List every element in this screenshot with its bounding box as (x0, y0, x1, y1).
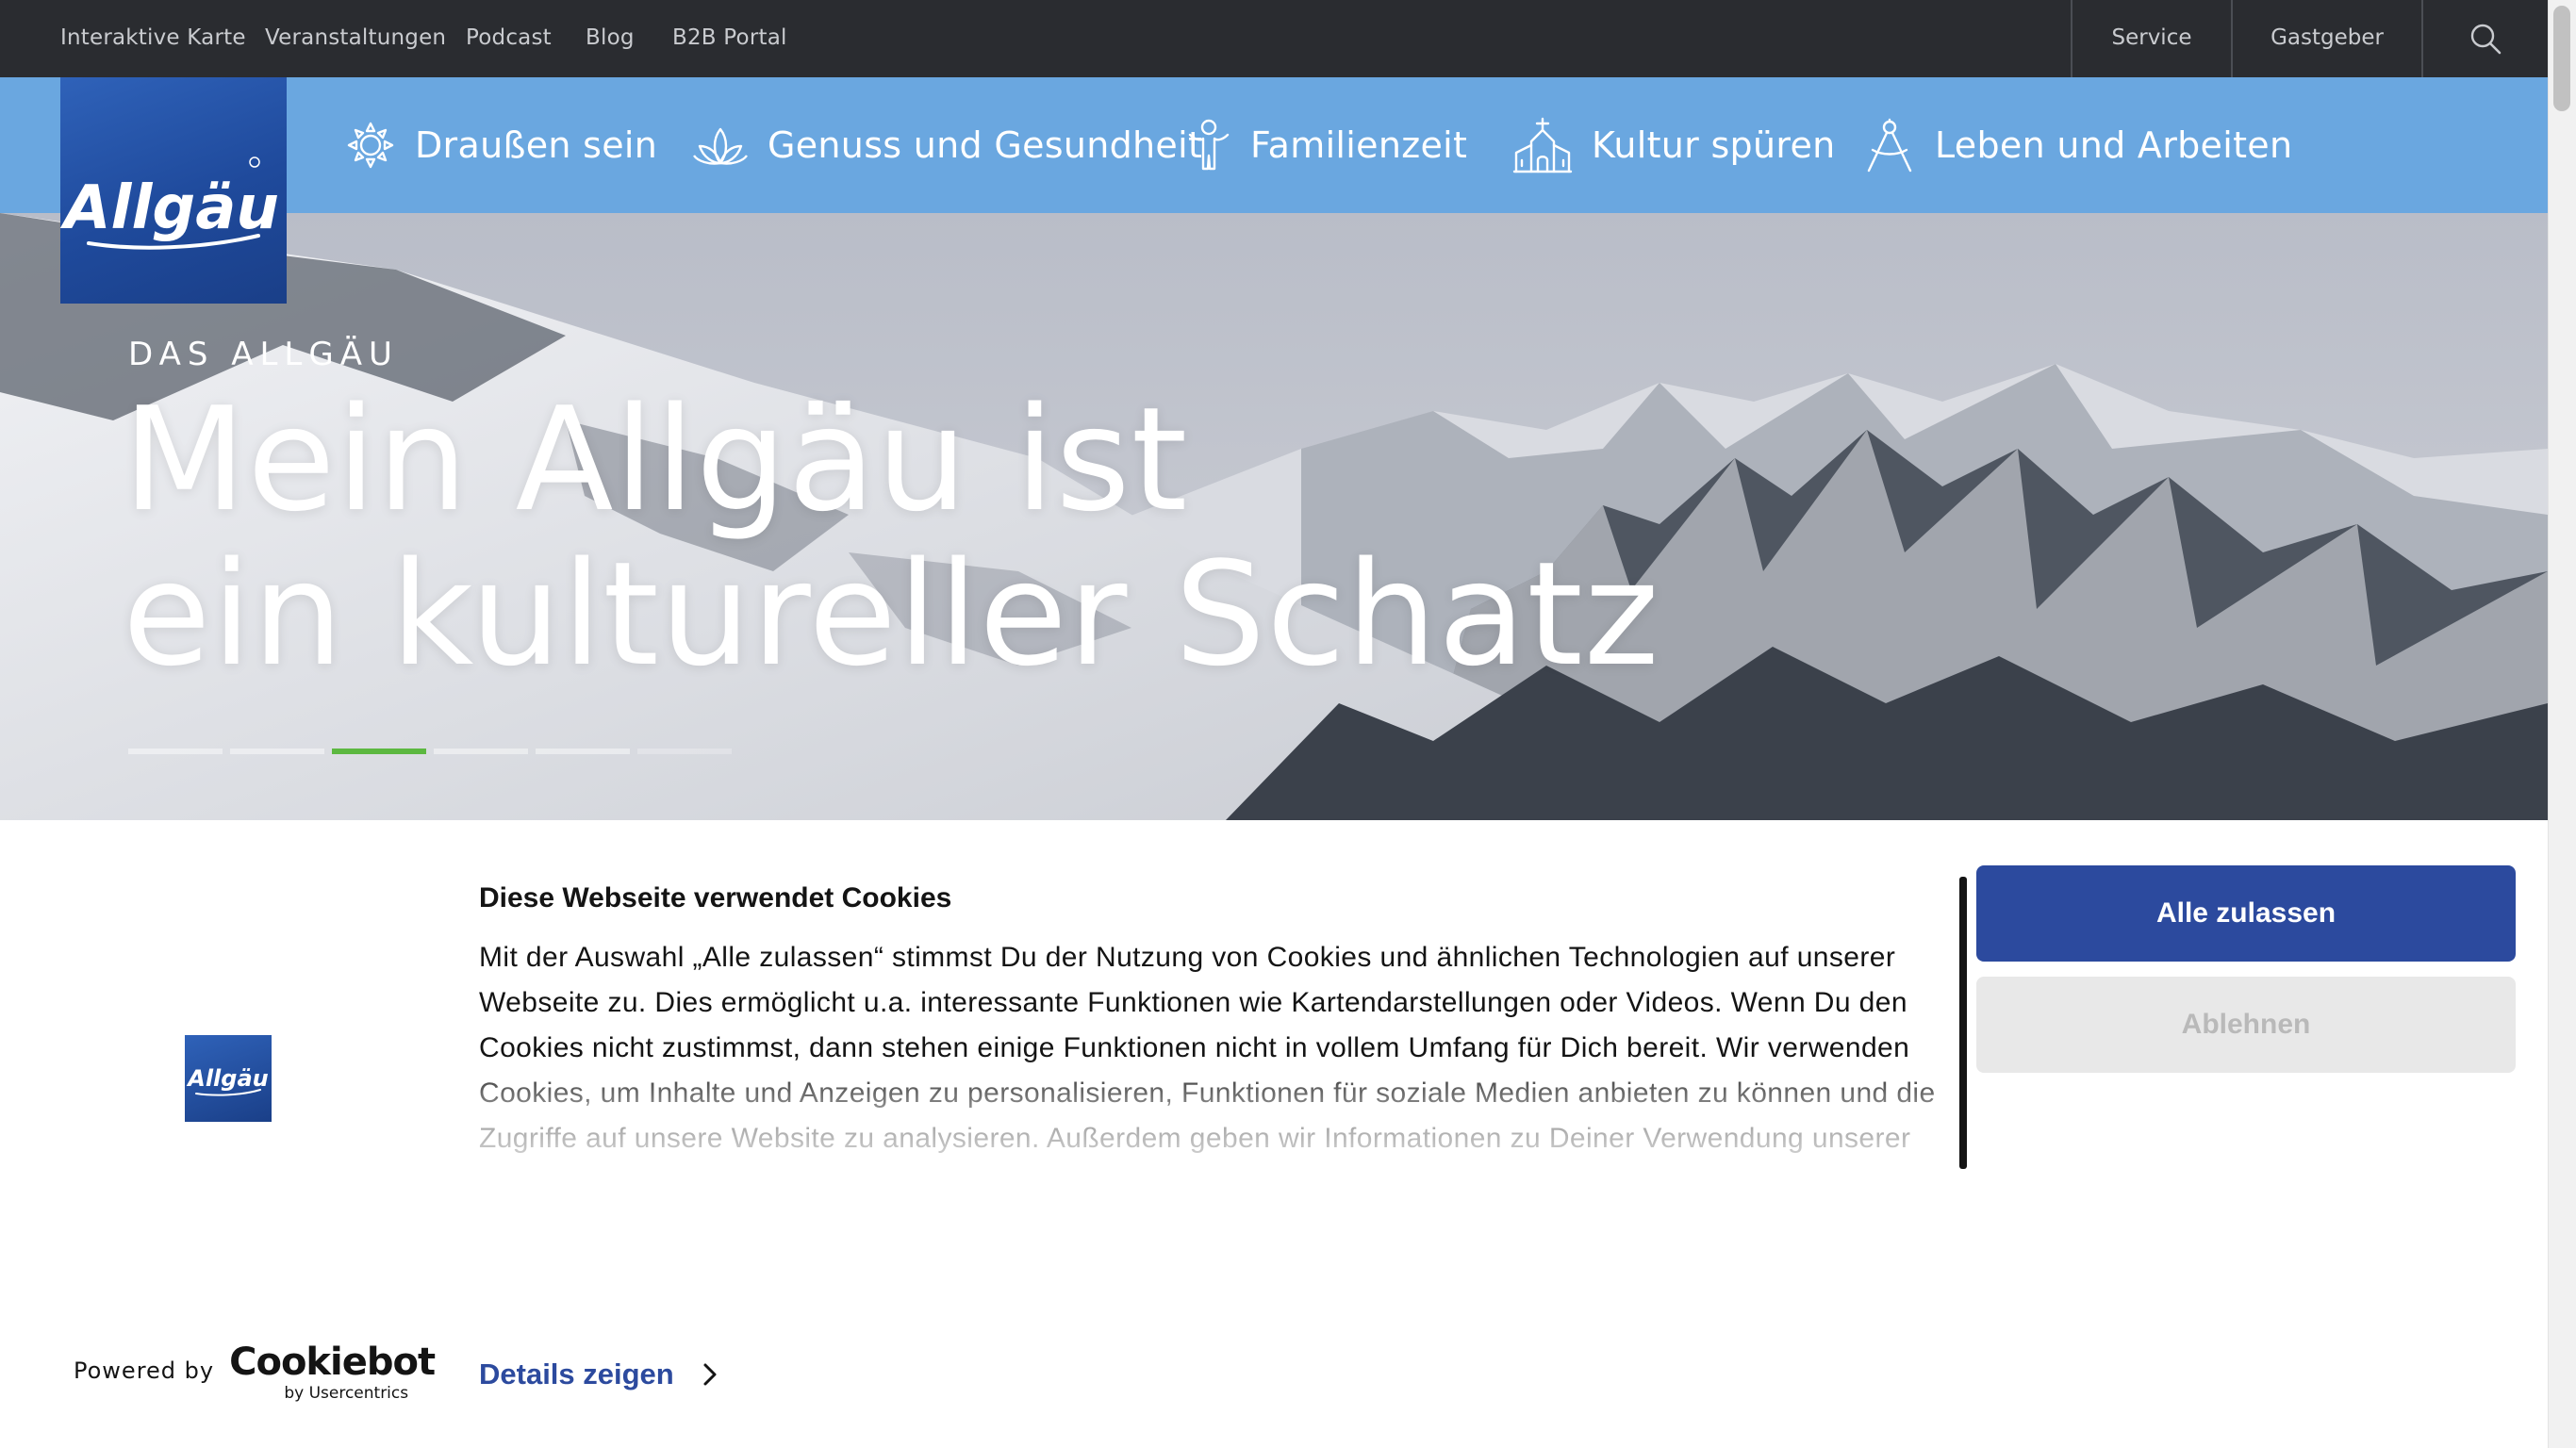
hero-headline-line-1: Mein Allgäu ist (123, 376, 1189, 543)
nav-label: Genuss und Gesundheit (768, 124, 1203, 166)
topnav-link-interaktive-karte[interactable]: Interaktive Karte (60, 0, 246, 77)
show-details-label: Details zeigen (479, 1358, 674, 1390)
gastgeber-button[interactable]: Gastgeber (2231, 0, 2421, 77)
nav-item-leben-und-arbeiten[interactable]: Leben und Arbeiten (1863, 77, 2292, 213)
allow-all-button[interactable]: Alle zulassen (1976, 865, 2516, 962)
topnav-link-b2b-portal[interactable]: B2B Portal (672, 0, 787, 77)
powered-by-label: Powered by (74, 1358, 215, 1384)
cookiebot-logo: Cookiebot by Usercentrics (229, 1341, 436, 1403)
nav-item-familienzeit[interactable]: Familienzeit (1186, 77, 1467, 213)
lotus-icon (693, 127, 748, 165)
child-icon (1188, 119, 1230, 171)
sun-icon (347, 122, 394, 169)
topnav-link-veranstaltungen[interactable]: Veranstaltungen (265, 0, 446, 77)
top-utility-bar: Interaktive Karte Veranstaltungen Podcas… (0, 0, 2548, 77)
page-scrollbar-thumb[interactable] (2553, 6, 2570, 111)
topnav-link-podcast[interactable]: Podcast (466, 0, 552, 77)
hero-headline: Mein Allgäu ist ein kultureller Schatz (123, 383, 2008, 692)
slider-dot[interactable] (536, 749, 630, 754)
main-nav: Draußen sein Genuss und Gesundheit Famil… (0, 77, 2548, 213)
allgaeu-small-wordmark: Allgäu (186, 1065, 269, 1096)
show-details-link[interactable]: Details zeigen (479, 1358, 718, 1391)
hero-eyebrow: DAS ALLGÄU (128, 336, 399, 373)
page-scrollbar[interactable] (2548, 0, 2576, 1448)
cookie-banner-logo: Allgäu (185, 1035, 272, 1122)
gastgeber-label: Gastgeber (2271, 25, 2384, 50)
cookie-banner: Allgäu Diese Webseite verwendet Cookies … (0, 820, 2548, 1448)
allgaeu-logo[interactable]: Allgäu (59, 77, 287, 304)
cookie-title: Diese Webseite verwendet Cookies (479, 882, 952, 913)
service-button[interactable]: Service (2071, 0, 2231, 77)
nav-item-genuss-und-gesundheit[interactable]: Genuss und Gesundheit (692, 77, 1202, 213)
hero-headline-line-2: ein kultureller Schatz (123, 531, 1660, 698)
svg-text:Allgäu: Allgäu (186, 1065, 269, 1092)
cookie-text-scrollbar[interactable] (1959, 877, 1967, 1169)
hero-slider: DAS ALLGÄU Mein Allgäu ist ein kulturell… (0, 213, 2548, 820)
topnav-link-blog[interactable]: Blog (586, 0, 635, 77)
nav-label: Leben und Arbeiten (1935, 124, 2293, 166)
nav-item-kultur-spueren[interactable]: Kultur spüren (1512, 77, 1836, 213)
slider-indicators (128, 749, 732, 754)
slider-dot[interactable] (434, 749, 528, 754)
slider-dot[interactable] (230, 749, 324, 754)
nav-label: Draußen sein (415, 124, 658, 166)
chevron-right-icon (703, 1363, 717, 1386)
cookiebot-sub: by Usercentrics (284, 1384, 409, 1403)
powered-by-cookiebot[interactable]: Powered by Cookiebot by Usercentrics (74, 1341, 436, 1403)
search-icon (2470, 24, 2502, 55)
compass-icon (1867, 118, 1912, 173)
decline-button[interactable]: Ablehnen (1976, 977, 2516, 1073)
slider-dot[interactable] (128, 749, 223, 754)
allgaeu-wordmark: Allgäu (59, 156, 279, 250)
cookie-text-fade (471, 1056, 1961, 1178)
service-label: Service (2111, 25, 2192, 50)
nav-label: Kultur spüren (1592, 124, 1836, 166)
church-icon (1512, 117, 1573, 173)
slider-dot-active[interactable] (332, 749, 426, 754)
search-button[interactable] (2421, 0, 2548, 77)
svg-text:Allgäu: Allgäu (60, 173, 279, 243)
nav-item-draussen-sein[interactable]: Draußen sein (345, 77, 657, 213)
cookiebot-name: Cookiebot (229, 1341, 436, 1384)
slider-dot[interactable] (637, 749, 732, 754)
nav-label: Familienzeit (1250, 124, 1468, 166)
